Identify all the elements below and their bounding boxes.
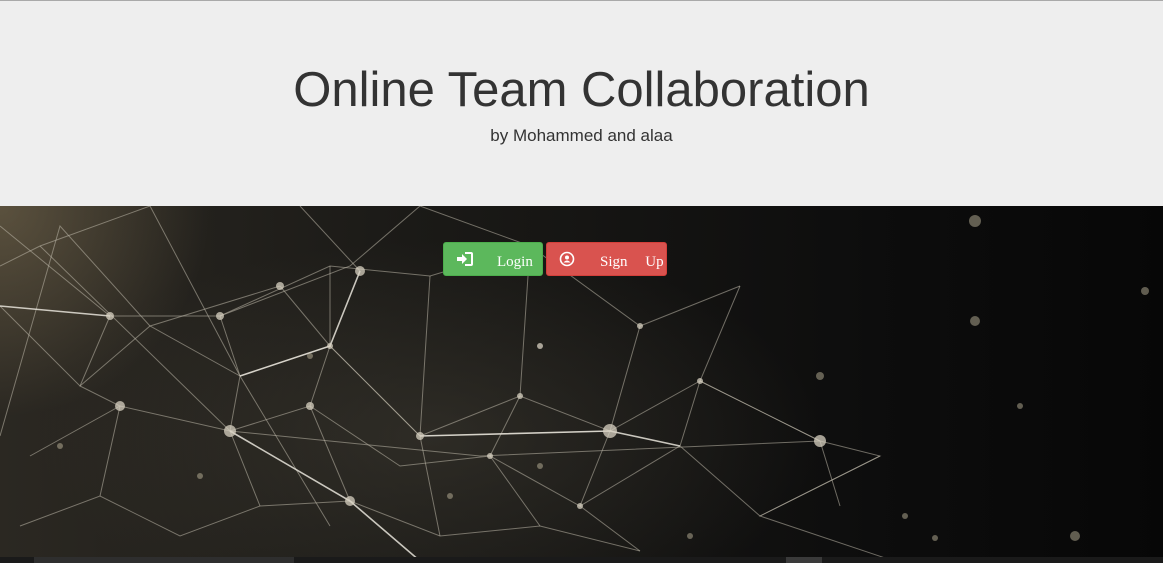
hero-background: Login Sign Up	[0, 206, 1163, 563]
jumbotron-header: Online Team Collaboration by Mohammed an…	[0, 0, 1163, 206]
page-title: Online Team Collaboration	[293, 63, 870, 117]
strip-segment	[786, 557, 822, 563]
sign-in-icon	[457, 252, 473, 266]
page-subtitle: by Mohammed and alaa	[490, 126, 673, 145]
signup-label: Sign Up	[600, 254, 664, 270]
user-circle-icon	[559, 251, 575, 267]
login-label: Login	[497, 254, 533, 270]
signup-button[interactable]: Sign Up	[546, 242, 667, 276]
bottom-strip	[0, 557, 1163, 563]
strip-segment	[34, 557, 294, 563]
login-button[interactable]: Login	[443, 242, 543, 276]
landing-page: Online Team Collaboration by Mohammed an…	[0, 0, 1163, 563]
